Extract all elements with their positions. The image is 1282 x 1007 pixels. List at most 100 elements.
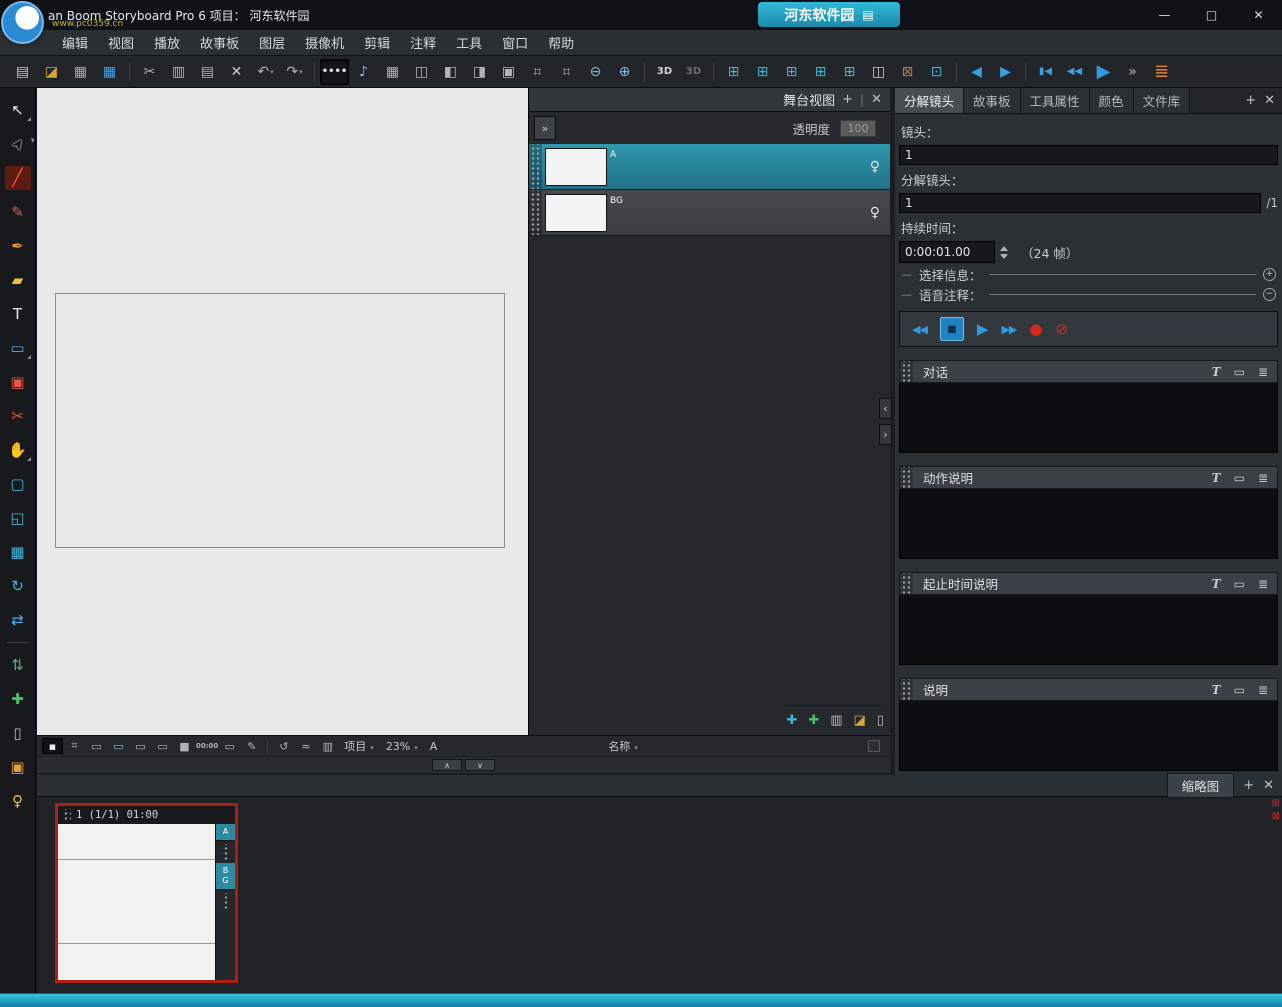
- caption-textarea[interactable]: [899, 383, 1278, 453]
- delete-button[interactable]: ✕: [222, 59, 251, 85]
- layer-row[interactable]: BG ♀: [529, 190, 890, 236]
- thumbnail-grip[interactable]: [62, 809, 71, 821]
- rectangle-tool[interactable]: ▭: [5, 336, 31, 360]
- shot-input[interactable]: 1: [899, 145, 1278, 165]
- name-dropdown[interactable]: 名称: [608, 738, 638, 754]
- minimize-button[interactable]: —: [1141, 0, 1188, 30]
- layer-transform-tool[interactable]: ◱: [5, 506, 31, 530]
- new-button[interactable]: ▤: [8, 59, 37, 85]
- open-button[interactable]: ◪: [37, 59, 66, 85]
- menu-item[interactable]: 编辑: [52, 29, 98, 56]
- tab-tool-properties[interactable]: 工具属性: [1021, 88, 1090, 113]
- save-all-button[interactable]: ▦: [95, 59, 124, 85]
- menu-item[interactable]: 播放: [144, 29, 190, 56]
- split-panel-button[interactable]: ◫: [864, 59, 893, 85]
- toolbar-overflow-chevron[interactable]: »: [1118, 59, 1147, 85]
- layer-row[interactable]: A ♀: [529, 144, 890, 190]
- rewind-button[interactable]: ◀◀: [912, 323, 927, 336]
- marquee-tool[interactable]: ▢: [5, 472, 31, 496]
- grid-toggle-button[interactable]: ⌗: [64, 738, 85, 754]
- cutter-tool[interactable]: ✂: [5, 404, 31, 428]
- expand-caption-icon[interactable]: ▭: [1234, 683, 1245, 697]
- caption-textarea[interactable]: [899, 595, 1278, 665]
- fast-forward-button[interactable]: ▶▶: [1001, 323, 1016, 336]
- panel-close-button[interactable]: ✕: [1264, 93, 1275, 108]
- collapse-left-button[interactable]: ‹: [879, 398, 892, 419]
- selection-slider[interactable]: [989, 274, 1256, 275]
- background-button[interactable]: ■: [174, 738, 195, 754]
- pan-view-tool[interactable]: ⇄: [5, 608, 31, 632]
- layout-focus-button[interactable]: ▣: [494, 59, 523, 85]
- rail-layer-tab[interactable]: A: [216, 824, 235, 841]
- record-button[interactable]: ●: [1029, 320, 1042, 338]
- voice-collapse-button[interactable]: −: [1263, 288, 1276, 301]
- layer-grip[interactable]: [529, 144, 542, 189]
- layer-visibility-bulb-icon[interactable]: ♀: [870, 159, 880, 175]
- reset-view-button[interactable]: ↺: [273, 738, 294, 754]
- menu-item[interactable]: 工具: [446, 29, 492, 56]
- new-sequence-button[interactable]: ⊞: [835, 59, 864, 85]
- menu-item[interactable]: 视图: [98, 29, 144, 56]
- new-panel-after-button[interactable]: ⊞: [748, 59, 777, 85]
- layout-columns-button[interactable]: ◫: [407, 59, 436, 85]
- redo-button[interactable]: ↷: [280, 59, 309, 85]
- tab-storyboard[interactable]: 故事板: [964, 88, 1021, 113]
- expand-caption-icon[interactable]: ▭: [1234, 577, 1245, 591]
- section-grip[interactable]: [900, 679, 913, 700]
- pencil-tool[interactable]: ✎: [5, 200, 31, 224]
- text-format-icon[interactable]: T: [1212, 365, 1221, 379]
- layout-left-button[interactable]: ◧: [436, 59, 465, 85]
- add-vector-layer-button[interactable]: ✚: [786, 713, 797, 728]
- grid-button[interactable]: ▦: [378, 59, 407, 85]
- rotate-3d-button[interactable]: 3D: [679, 59, 708, 85]
- new-scene-button[interactable]: ⊞: [806, 59, 835, 85]
- text-format-icon[interactable]: T: [1212, 683, 1221, 697]
- statusbar-end-box[interactable]: [868, 740, 880, 752]
- selection-grip[interactable]: —: [901, 268, 912, 281]
- light-table-tool[interactable]: ♀: [5, 789, 31, 813]
- mute-button[interactable]: ⊘: [1055, 320, 1068, 338]
- menu-item[interactable]: 摄像机: [295, 29, 354, 56]
- close-button[interactable]: ✕: [1235, 0, 1282, 30]
- edit-caption-icon[interactable]: ≣: [1258, 577, 1268, 591]
- delete-panel-button[interactable]: ⊠: [893, 59, 922, 85]
- collapse-right-button[interactable]: ›: [879, 424, 892, 445]
- stop-button[interactable]: ■: [940, 317, 964, 341]
- rail-grip[interactable]: [222, 893, 230, 909]
- rotate-view-tool[interactable]: ↻: [5, 574, 31, 598]
- menu-item[interactable]: 故事板: [190, 29, 249, 56]
- add-bitmap-layer-button[interactable]: ✚: [808, 713, 819, 728]
- render-view-button[interactable]: ▪: [42, 738, 63, 754]
- annotations-button[interactable]: ✎: [241, 738, 262, 754]
- zoom-out-button[interactable]: ⊖: [581, 59, 610, 85]
- edit-caption-icon[interactable]: ≣: [1258, 471, 1268, 485]
- text-format-icon[interactable]: T: [1212, 471, 1221, 485]
- labels-button[interactable]: ▭: [219, 738, 240, 754]
- breakdown-input[interactable]: 1: [899, 193, 1261, 213]
- caption-textarea[interactable]: [899, 701, 1278, 771]
- panel-add-button[interactable]: +: [1245, 93, 1256, 108]
- delete-tool[interactable]: ▯: [5, 721, 31, 745]
- layout-grid-button[interactable]: ⌗: [523, 59, 552, 85]
- tab-library[interactable]: 文件库: [1134, 88, 1191, 113]
- splitter-down-button[interactable]: ∨: [465, 759, 495, 771]
- section-grip[interactable]: [900, 573, 913, 594]
- menu-item[interactable]: 剪辑: [354, 29, 400, 56]
- selection-expand-button[interactable]: +: [1263, 268, 1276, 281]
- camera-mask-button[interactable]: ▭: [108, 738, 129, 754]
- duplicate-layer-button[interactable]: ▥: [830, 713, 842, 728]
- toggle-3d-button[interactable]: 3D: [650, 59, 679, 85]
- maximize-button[interactable]: □: [1188, 0, 1235, 30]
- prev-frame-button[interactable]: ◀◀: [1060, 59, 1089, 85]
- expand-caption-icon[interactable]: ▭: [1234, 365, 1245, 379]
- duration-spinner[interactable]: [1000, 246, 1008, 259]
- add-layer-tool[interactable]: ✚: [5, 687, 31, 711]
- expand-caption-icon[interactable]: ▭: [1234, 471, 1245, 485]
- section-grip[interactable]: [900, 361, 913, 382]
- horizontal-splitter[interactable]: ∧ ∨: [37, 757, 890, 773]
- section-grip[interactable]: [900, 467, 913, 488]
- edit-caption-icon[interactable]: ≣: [1258, 365, 1268, 379]
- panel-add-button[interactable]: +: [1243, 778, 1254, 793]
- menu-item[interactable]: 窗口: [492, 29, 538, 56]
- caption-textarea[interactable]: [899, 489, 1278, 559]
